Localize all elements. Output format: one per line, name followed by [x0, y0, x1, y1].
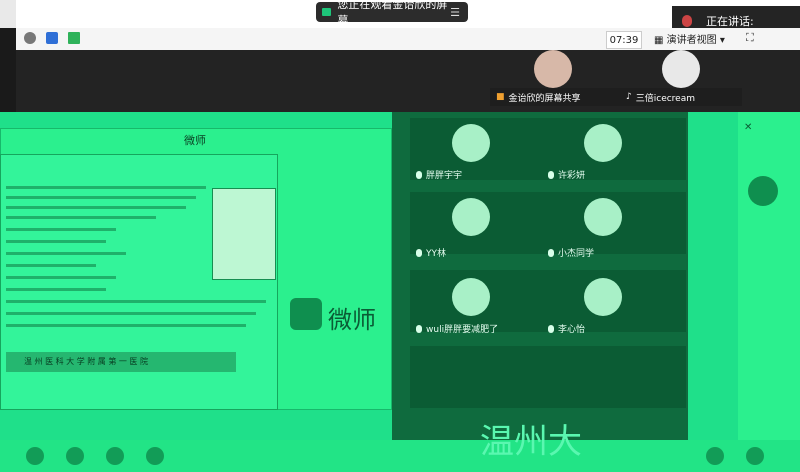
close-icon[interactable]: ✕: [744, 122, 752, 133]
camera-icon: [322, 8, 332, 16]
app-icon[interactable]: [26, 447, 44, 465]
speaking-label: 正在讲话:: [706, 15, 754, 28]
participant-tile[interactable]: [410, 346, 548, 408]
avatar: [452, 198, 490, 236]
avatar: [584, 124, 622, 162]
menu-icon[interactable]: ☰: [450, 6, 460, 19]
participant-name-bar: ■ 金诒欣的屏幕共享: [490, 88, 622, 106]
left-shade: [0, 0, 16, 28]
text-line: [6, 276, 116, 279]
shield-icon[interactable]: [46, 32, 58, 44]
participant-name: YY林: [416, 246, 446, 259]
participant-name: 许彩妍: [548, 168, 585, 181]
avatar: [584, 278, 622, 316]
notice-text: 您正在观看金诒欣的屏幕: [337, 0, 448, 27]
mic-icon: [682, 15, 692, 27]
mic-icon: [416, 170, 422, 179]
doc-caption: 温 州 医 科 大 学 附 属 第 一 医 院: [24, 357, 148, 366]
mic-icon: ♪: [626, 92, 632, 102]
text-line: [6, 240, 106, 243]
university-seal-icon: [748, 176, 778, 206]
participant-name-text: 小杰同学: [558, 249, 595, 259]
text-line: [6, 206, 186, 209]
app-icon[interactable]: [106, 447, 124, 465]
text-line: [6, 312, 256, 315]
fullscreen-icon[interactable]: ⛶: [746, 31, 754, 45]
text-line: [6, 228, 116, 231]
portrait-image: [212, 188, 276, 280]
participant-name-text: YY林: [426, 249, 446, 259]
mic-icon: [416, 324, 422, 333]
avatar: [662, 50, 700, 88]
text-line: [6, 186, 206, 189]
app-icon[interactable]: [746, 447, 764, 465]
participant-name-text: 胖胖宇宇: [426, 171, 463, 181]
mic-icon: [548, 248, 554, 257]
avatar: [584, 198, 622, 236]
app-icon[interactable]: [66, 447, 84, 465]
text-line: [6, 300, 266, 303]
participant-name: 小杰同学: [548, 246, 594, 259]
share-icon: ■: [496, 92, 505, 102]
signal-icon: [68, 32, 80, 44]
app-logo-text: 微师: [328, 306, 376, 334]
text-line: [6, 216, 156, 219]
screen-share-notice[interactable]: 您正在观看金诒欣的屏幕 ☰: [316, 0, 468, 27]
meeting-timer: 07:39: [606, 31, 642, 49]
participant-name: wuli胖胖要减肥了: [416, 322, 498, 335]
participant-name: 李心怡: [548, 322, 585, 335]
avatar: [534, 50, 572, 88]
presenter-view-button[interactable]: ▦ 演讲者视图 ▾: [654, 31, 725, 46]
participant-name-text: 许彩妍: [558, 171, 586, 181]
text-line: [6, 264, 96, 267]
text-line: [6, 324, 246, 327]
text-line: [6, 288, 106, 291]
app-logo-icon: [290, 298, 322, 330]
app-icon[interactable]: [706, 447, 724, 465]
chevron-down-icon: ▾: [716, 35, 725, 46]
info-icon[interactable]: [24, 32, 36, 44]
avatar: [452, 124, 490, 162]
participant-name-bar: ♪ 三倍icecream: [620, 88, 742, 106]
grid-icon: ▦: [654, 35, 667, 46]
presenter-view-label: 演讲者视图: [666, 35, 717, 46]
participant-name-text: 李心怡: [558, 325, 586, 335]
participant-name-text: wuli胖胖要减肥了: [426, 325, 499, 335]
slide-title: 微师: [184, 134, 206, 147]
participant-name: 胖胖宇宇: [416, 168, 462, 181]
university-watermark: 温州大: [480, 422, 582, 462]
avatar: [452, 278, 490, 316]
mic-icon: [548, 170, 554, 179]
side-document-panel: [738, 112, 800, 472]
participant-tile[interactable]: [548, 346, 686, 408]
mic-icon: [548, 324, 554, 333]
participant-name: 金诒欣的屏幕共享: [508, 93, 581, 104]
text-line: [6, 196, 196, 199]
text-line: [6, 252, 126, 255]
app-icon[interactable]: [146, 447, 164, 465]
participant-name: 三倍icecream: [635, 93, 696, 104]
mic-icon: [416, 248, 422, 257]
